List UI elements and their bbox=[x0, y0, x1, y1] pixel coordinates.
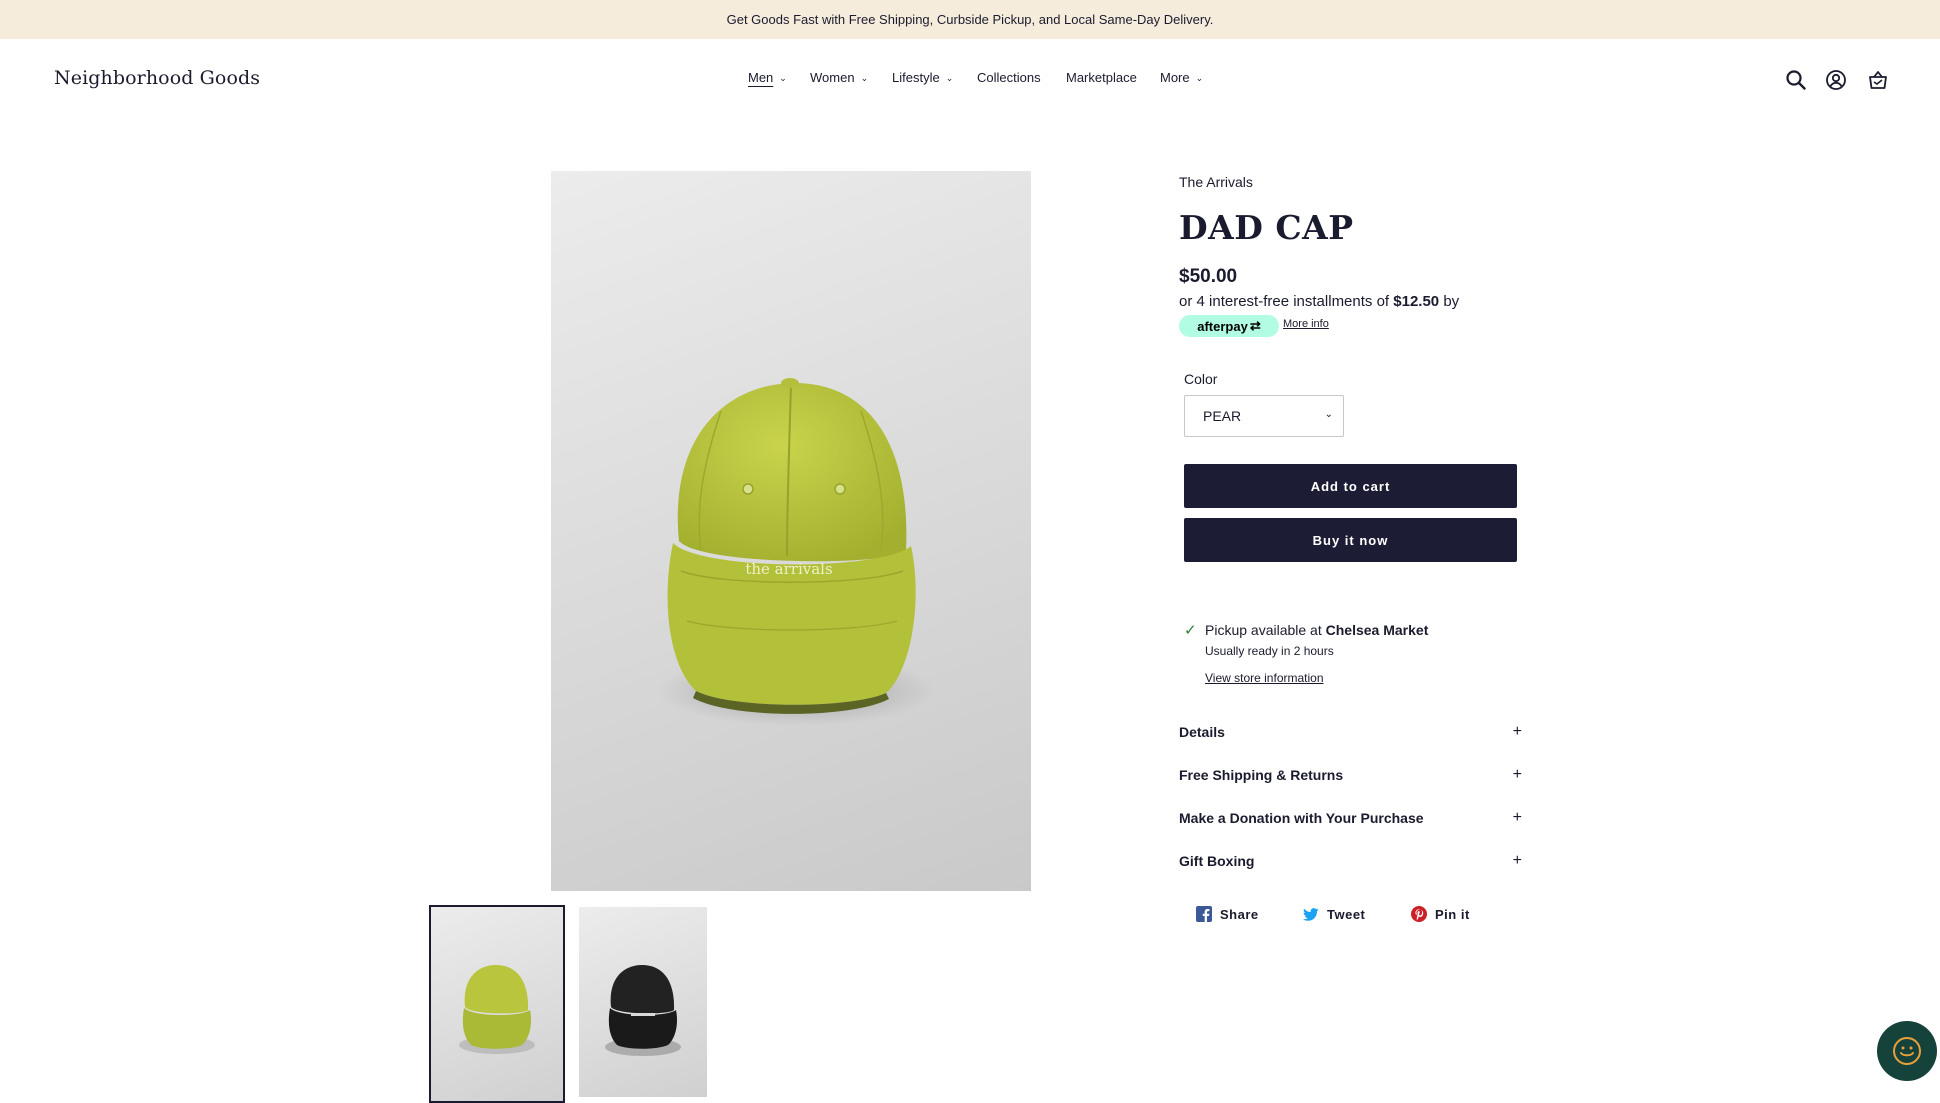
afterpay-logo[interactable]: afterpay ⇄ bbox=[1179, 315, 1279, 337]
afterpay-arrow-icon: ⇄ bbox=[1249, 318, 1261, 333]
nav-item-collections[interactable]: Collections bbox=[977, 70, 1041, 85]
product-price: $50.00 bbox=[1179, 266, 1238, 287]
color-select[interactable]: PEAR ⌄ bbox=[1184, 395, 1344, 437]
twitter-icon bbox=[1303, 908, 1319, 921]
thumb-cap-pear bbox=[459, 965, 535, 1054]
plus-icon: + bbox=[1512, 852, 1522, 869]
plus-icon: + bbox=[1512, 766, 1522, 783]
pickup-ready-time: Usually ready in 2 hours bbox=[1205, 644, 1334, 658]
pickup-availability: Pickup available at Chelsea Market bbox=[1205, 622, 1429, 638]
pinterest-icon bbox=[1411, 906, 1427, 922]
announcement-text: Get Goods Fast with Free Shipping, Curbs… bbox=[726, 12, 1214, 27]
plus-icon: + bbox=[1512, 723, 1522, 740]
chevron-down-icon: ⌄ bbox=[860, 73, 869, 83]
thumb-cap-black bbox=[605, 965, 681, 1056]
cap-embroidery-text: the arrivals bbox=[745, 560, 832, 578]
cart-icon[interactable] bbox=[1866, 68, 1890, 92]
color-selected-value: PEAR bbox=[1203, 408, 1242, 424]
afterpay-more-info-link[interactable]: More info bbox=[1283, 318, 1329, 330]
product-title: DAD CAP bbox=[1179, 208, 1354, 247]
accordion-details[interactable]: Details + bbox=[1179, 721, 1522, 743]
accordion-gift-boxing[interactable]: Gift Boxing + bbox=[1179, 850, 1522, 872]
share-facebook-button[interactable]: Share bbox=[1196, 906, 1259, 922]
chevron-down-icon: ⌄ bbox=[1195, 73, 1204, 83]
thumbnail-black[interactable] bbox=[579, 907, 707, 1097]
nav-item-women[interactable]: Women ⌄ bbox=[810, 70, 868, 85]
accordion-shipping-returns[interactable]: Free Shipping & Returns + bbox=[1179, 764, 1522, 786]
nav-item-marketplace[interactable]: Marketplace bbox=[1066, 70, 1137, 85]
chevron-down-icon: ⌄ bbox=[1324, 409, 1333, 420]
smiley-icon bbox=[1893, 1037, 1921, 1065]
plus-icon: + bbox=[1512, 809, 1522, 826]
product-main-image[interactable]: the arrivals bbox=[551, 171, 1031, 891]
nav-item-lifestyle[interactable]: Lifestyle ⌄ bbox=[892, 70, 953, 85]
installments-text: or 4 interest-free installments of $12.5… bbox=[1179, 293, 1460, 310]
nav-item-men[interactable]: Men ⌄ bbox=[748, 70, 787, 85]
accordion-donation[interactable]: Make a Donation with Your Purchase + bbox=[1179, 807, 1522, 829]
add-to-cart-button[interactable]: Add to cart bbox=[1184, 464, 1517, 508]
chevron-down-icon: ⌄ bbox=[779, 73, 787, 83]
buy-now-button[interactable]: Buy it now bbox=[1184, 518, 1517, 562]
main-nav: Men ⌄ Women ⌄ Lifestyle ⌄ Collections Ma… bbox=[0, 70, 1940, 90]
product-vendor[interactable]: The Arrivals bbox=[1179, 174, 1253, 190]
nav-item-more[interactable]: More ⌄ bbox=[1160, 70, 1203, 85]
color-label: Color bbox=[1184, 371, 1218, 387]
chat-widget-button[interactable] bbox=[1877, 1021, 1937, 1081]
cap-illustration: the arrivals bbox=[656, 378, 936, 726]
checkmark-icon: ✓ bbox=[1184, 622, 1197, 639]
account-icon[interactable] bbox=[1824, 68, 1848, 92]
facebook-icon bbox=[1196, 906, 1212, 922]
announcement-bar: Get Goods Fast with Free Shipping, Curbs… bbox=[0, 0, 1940, 39]
share-pinterest-button[interactable]: Pin it bbox=[1411, 906, 1470, 922]
chevron-down-icon: ⌄ bbox=[945, 73, 954, 83]
thumbnail-pear[interactable] bbox=[429, 905, 565, 1103]
search-icon[interactable] bbox=[1784, 68, 1808, 92]
share-twitter-button[interactable]: Tweet bbox=[1303, 906, 1365, 922]
view-store-info-link[interactable]: View store information bbox=[1205, 671, 1324, 685]
installment-amount: $12.50 bbox=[1393, 293, 1440, 310]
pickup-location: Chelsea Market bbox=[1325, 622, 1429, 638]
